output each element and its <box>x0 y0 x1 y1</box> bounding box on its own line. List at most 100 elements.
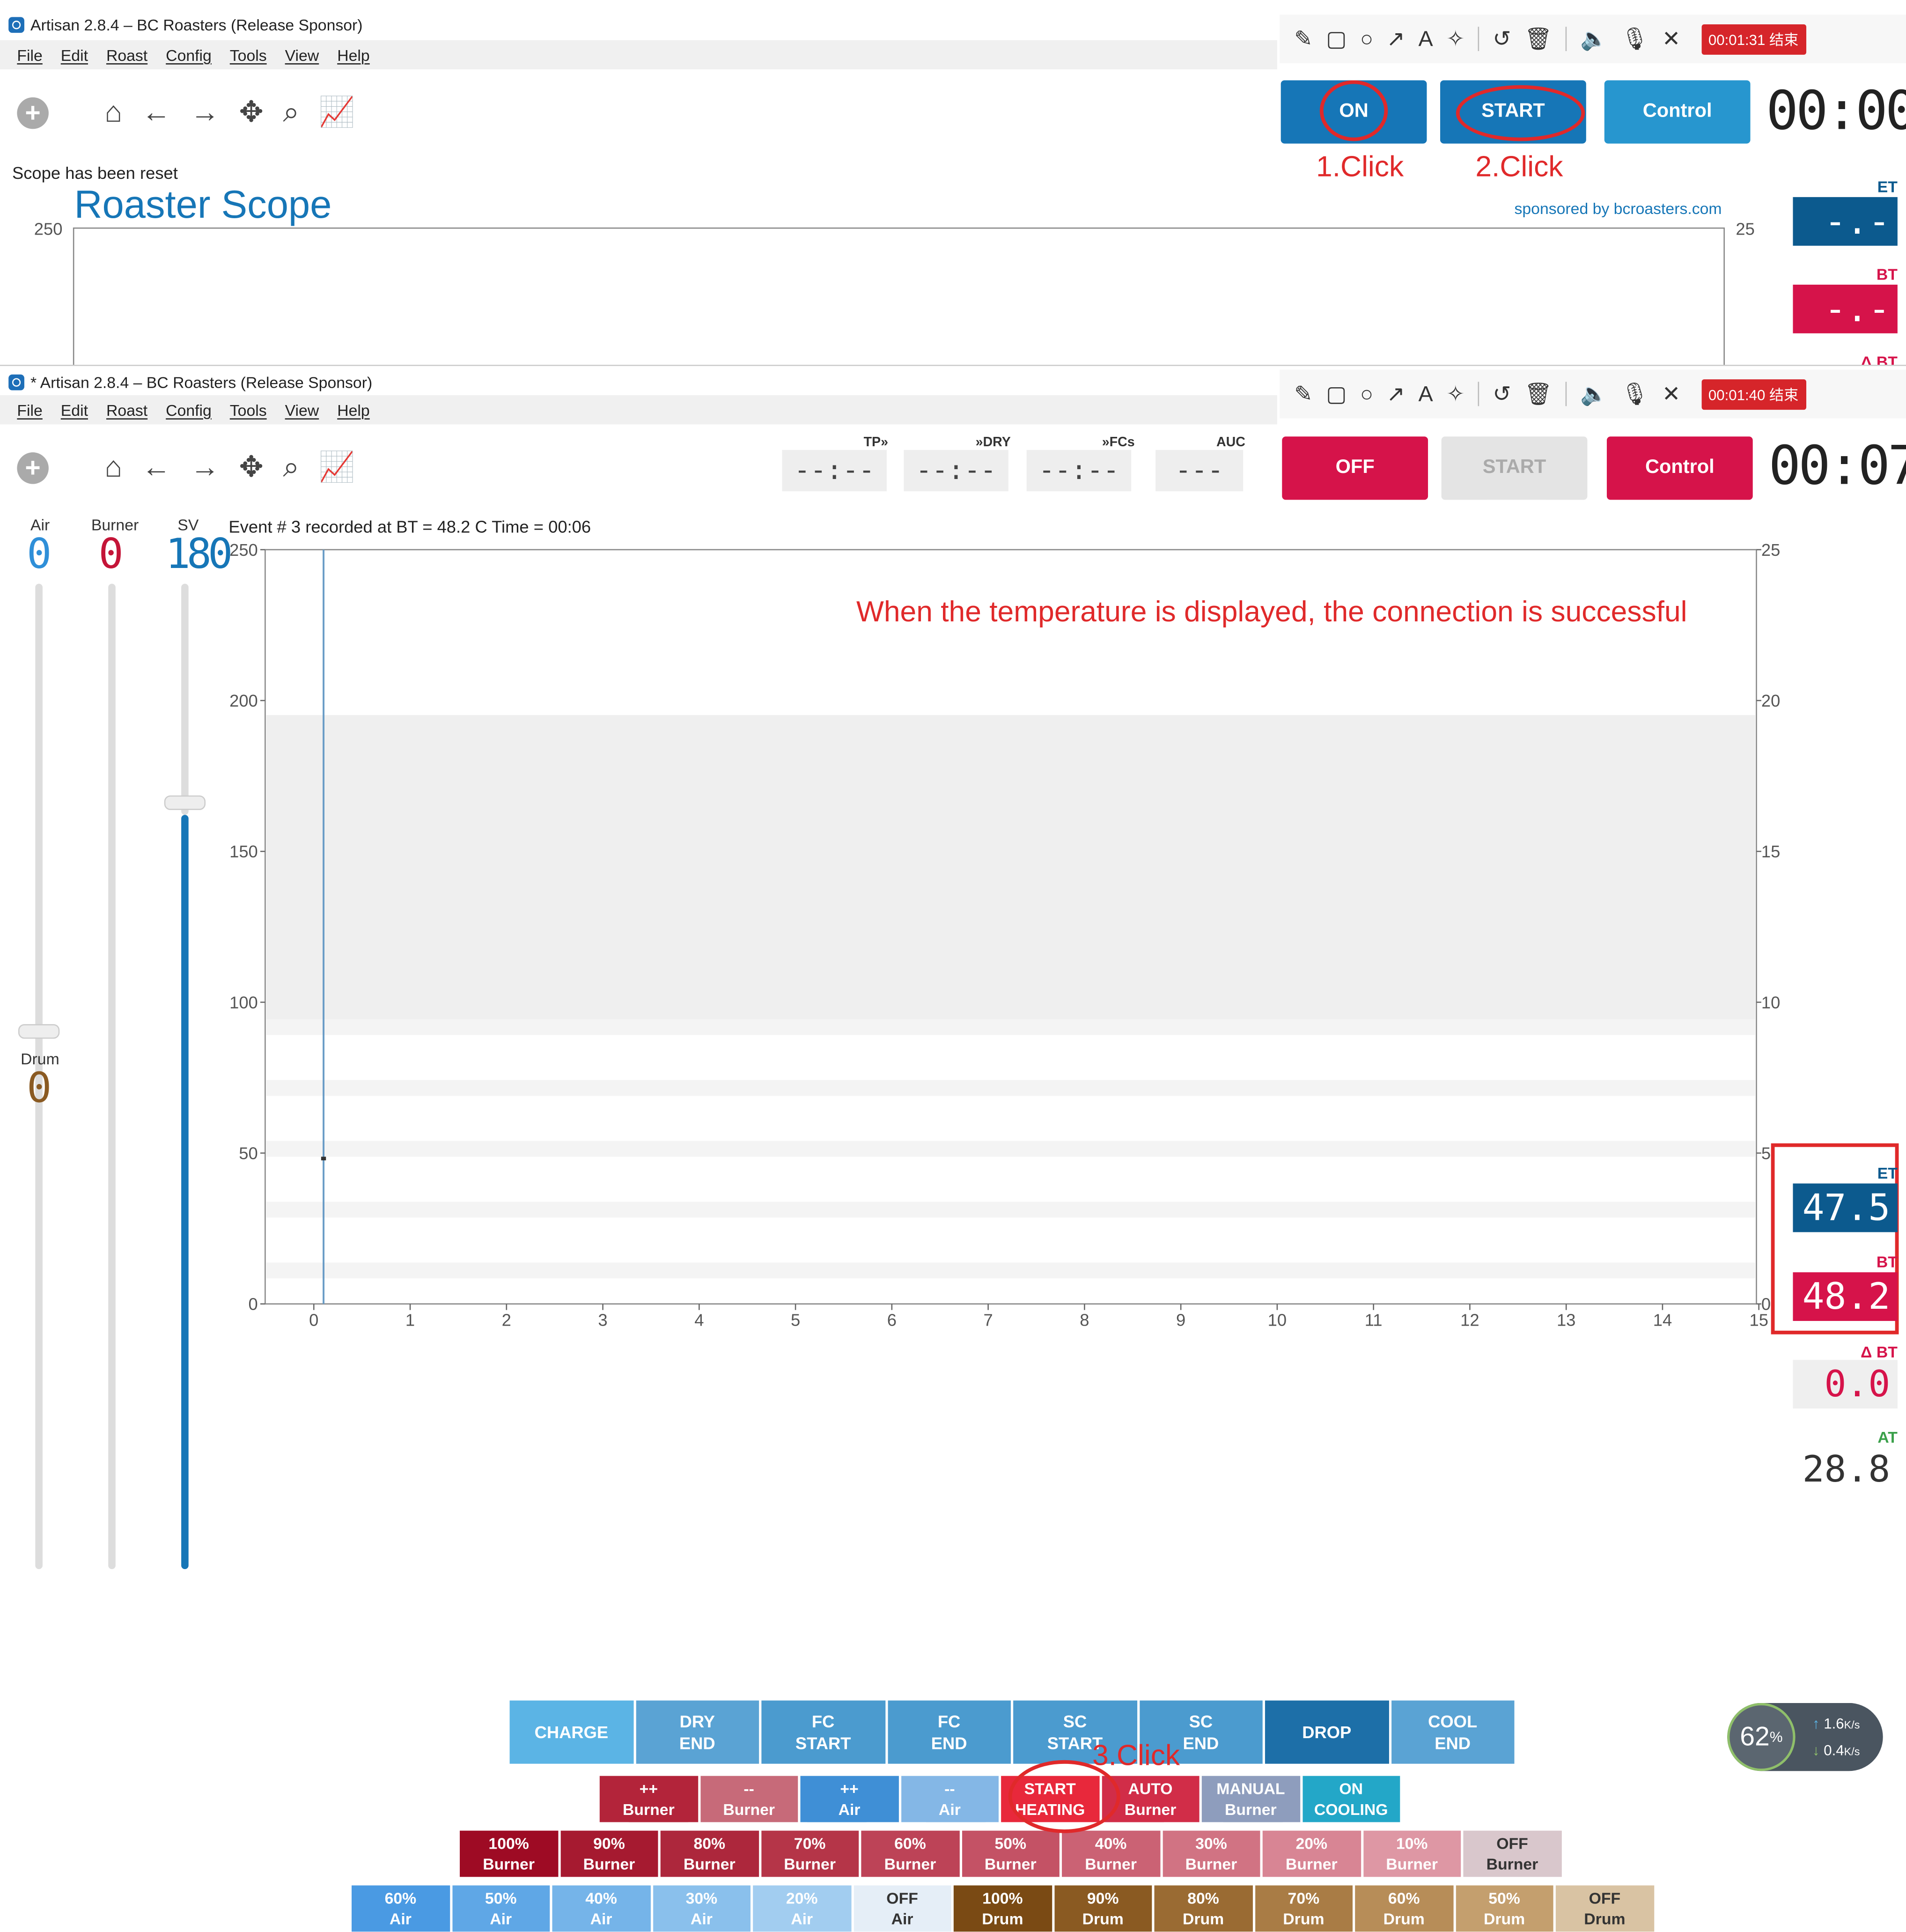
add-icon[interactable]: + <box>17 452 49 484</box>
undo-icon[interactable]: ↺ <box>1493 381 1511 407</box>
60-air-button[interactable]: 60% Air <box>351 1885 449 1932</box>
sv-slider-track[interactable] <box>181 584 189 815</box>
speaker-icon[interactable]: 🔈 <box>1580 26 1607 52</box>
recording-timer[interactable]: 00:01:31 结束 <box>1701 23 1806 54</box>
chart-line-icon[interactable]: 📈 <box>319 450 355 485</box>
arrow-icon[interactable]: ↗ <box>1387 26 1405 52</box>
off-button[interactable]: OFF <box>1282 436 1428 500</box>
close-icon[interactable]: ✕ <box>1662 381 1680 407</box>
menu-tools[interactable]: Tools <box>230 401 267 419</box>
burner-button[interactable]: ++ Burner <box>599 1776 698 1822</box>
start-button[interactable]: START <box>1441 436 1588 500</box>
off-air-button[interactable]: OFF Air <box>853 1885 951 1932</box>
magic-wand-icon[interactable]: ✧ <box>1446 26 1464 52</box>
fc-end-button[interactable]: FC END <box>887 1700 1011 1764</box>
menu-edit[interactable]: Edit <box>61 401 88 419</box>
40-burner-button[interactable]: 40% Burner <box>1062 1830 1160 1877</box>
control-button[interactable]: Control <box>1604 80 1751 144</box>
text-icon[interactable]: A <box>1418 381 1433 407</box>
30-air-button[interactable]: 30% Air <box>652 1885 751 1932</box>
menu-config[interactable]: Config <box>166 45 212 64</box>
circle-icon[interactable]: ○ <box>1360 381 1373 407</box>
rectangle-icon[interactable]: ▢ <box>1326 26 1347 52</box>
menu-file[interactable]: File <box>17 401 42 419</box>
roast-chart[interactable]: 050100150200250 0510152025 0 1 2 3 4 5 6 7 8 9 10 1… <box>219 535 1788 1350</box>
menu-tools[interactable]: Tools <box>230 45 267 64</box>
90-burner-button[interactable]: 90% Burner <box>560 1830 658 1877</box>
on-cooling-button[interactable]: ON COOLING <box>1302 1776 1400 1822</box>
zoom-icon[interactable]: ⌕ <box>283 96 299 130</box>
text-icon[interactable]: A <box>1418 26 1433 52</box>
80-burner-button[interactable]: 80% Burner <box>660 1830 758 1877</box>
pencil-icon[interactable]: ✎ <box>1294 26 1312 52</box>
zoom-icon[interactable]: ⌕ <box>283 451 299 485</box>
60-burner-button[interactable]: 60% Burner <box>861 1830 959 1877</box>
microphone-icon[interactable]: 🎙 <box>1621 381 1648 407</box>
back-arrow-icon[interactable]: ← <box>142 451 171 485</box>
close-icon[interactable]: ✕ <box>1662 26 1680 52</box>
100-drum-button[interactable]: 100% Drum <box>953 1885 1052 1932</box>
forward-arrow-icon[interactable]: → <box>191 451 220 485</box>
off-burner-button[interactable]: OFF Burner <box>1463 1830 1561 1877</box>
menu-view[interactable]: View <box>285 401 319 419</box>
magic-wand-icon[interactable]: ✧ <box>1446 381 1464 407</box>
sv-slider-fill[interactable] <box>181 815 189 1570</box>
microphone-icon[interactable]: 🎙 <box>1621 26 1648 52</box>
menu-config[interactable]: Config <box>166 401 212 419</box>
70-drum-button[interactable]: 70% Drum <box>1254 1885 1353 1932</box>
drop-button[interactable]: DROP <box>1265 1700 1389 1764</box>
40-air-button[interactable]: 40% Air <box>552 1885 650 1932</box>
air-slider-handle[interactable] <box>18 1024 60 1039</box>
menu-roast[interactable]: Roast <box>106 401 147 419</box>
menu-help[interactable]: Help <box>337 45 369 64</box>
home-icon[interactable]: ⌂ <box>104 451 122 485</box>
arrow-icon[interactable]: ↗ <box>1387 381 1405 407</box>
50-burner-button[interactable]: 50% Burner <box>961 1830 1060 1877</box>
20-air-button[interactable]: 20% Air <box>753 1885 851 1932</box>
speaker-icon[interactable]: 🔈 <box>1580 381 1607 407</box>
menu-help[interactable]: Help <box>337 401 369 419</box>
undo-icon[interactable]: ↺ <box>1493 26 1511 52</box>
charge-button[interactable]: CHARGE <box>509 1700 633 1764</box>
cool-end-button[interactable]: COOL END <box>1391 1700 1515 1764</box>
add-icon[interactable]: + <box>17 96 49 129</box>
menu-view[interactable]: View <box>285 45 319 64</box>
burner-button[interactable]: -- Burner <box>700 1776 798 1822</box>
100-burner-button[interactable]: 100% Burner <box>460 1830 558 1877</box>
70-burner-button[interactable]: 70% Burner <box>761 1830 859 1877</box>
pan-icon[interactable]: ✥ <box>239 95 264 130</box>
50-air-button[interactable]: 50% Air <box>452 1885 550 1932</box>
90-drum-button[interactable]: 90% Drum <box>1054 1885 1152 1932</box>
pencil-icon[interactable]: ✎ <box>1294 381 1312 407</box>
burner-slider-track[interactable] <box>108 584 116 1570</box>
air-value: 0 <box>27 530 52 579</box>
menu-file[interactable]: File <box>17 45 42 64</box>
recording-timer[interactable]: 00:01:40 结束 <box>1701 379 1806 410</box>
rectangle-icon[interactable]: ▢ <box>1326 381 1347 407</box>
20-burner-button[interactable]: 20% Burner <box>1262 1830 1361 1877</box>
trash-icon[interactable]: 🗑 <box>1524 26 1552 52</box>
10-burner-button[interactable]: 10% Burner <box>1363 1830 1461 1877</box>
menu-edit[interactable]: Edit <box>61 45 88 64</box>
fc-start-button[interactable]: FC START <box>761 1700 885 1764</box>
30-burner-button[interactable]: 30% Burner <box>1162 1830 1260 1877</box>
home-icon[interactable]: ⌂ <box>104 96 122 130</box>
80-drum-button[interactable]: 80% Drum <box>1154 1885 1252 1932</box>
50-drum-button[interactable]: 50% Drum <box>1455 1885 1553 1932</box>
dry-end-button[interactable]: DRY END <box>635 1700 759 1764</box>
control-button[interactable]: Control <box>1606 436 1753 500</box>
menu-roast[interactable]: Roast <box>106 45 147 64</box>
manual-burner-button[interactable]: MANUAL Burner <box>1201 1776 1300 1822</box>
back-arrow-icon[interactable]: ← <box>142 96 171 130</box>
air-button[interactable]: -- Air <box>900 1776 999 1822</box>
circle-icon[interactable]: ○ <box>1360 26 1373 52</box>
chart-line-icon[interactable]: 📈 <box>319 95 355 130</box>
trash-icon[interactable]: 🗑 <box>1524 381 1552 407</box>
pan-icon[interactable]: ✥ <box>239 450 264 485</box>
chart-plot-area[interactable] <box>73 227 1725 365</box>
60-drum-button[interactable]: 60% Drum <box>1355 1885 1453 1932</box>
air-button[interactable]: ++ Air <box>800 1776 898 1822</box>
sv-slider-handle[interactable] <box>164 796 206 811</box>
off-drum-button[interactable]: OFF Drum <box>1555 1885 1654 1932</box>
forward-arrow-icon[interactable]: → <box>191 96 220 130</box>
